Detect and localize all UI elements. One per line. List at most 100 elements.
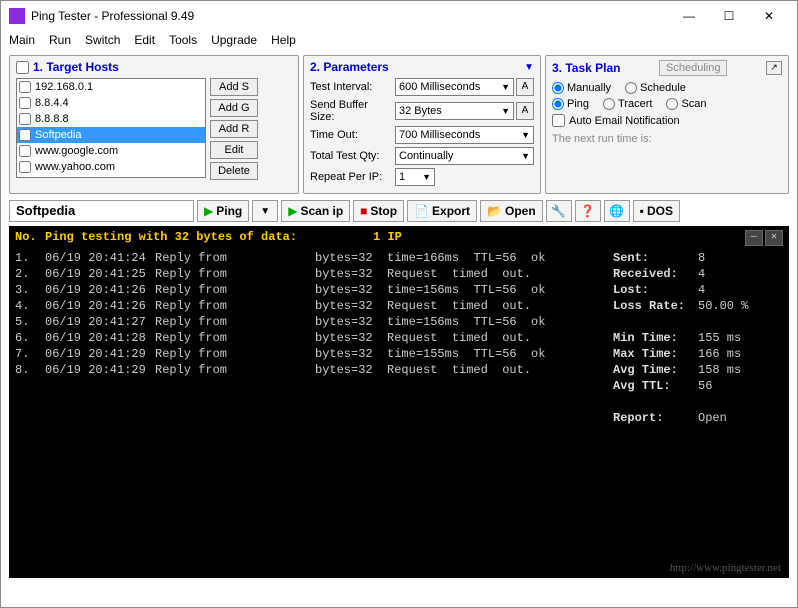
menu-switch[interactable]: Switch — [85, 33, 120, 47]
scheduling-button[interactable]: Scheduling — [659, 60, 727, 76]
tool-button-1[interactable]: 🔧 — [546, 200, 572, 222]
host-item[interactable]: IP_Group_01 — [17, 175, 205, 178]
toolbar: Softpedia ▶Ping ▼ ▶Scan ip ■Stop 📄Export… — [1, 198, 797, 226]
add-r-button[interactable]: Add R — [210, 120, 258, 138]
stats-area: Sent:8 Received:4 Lost:4 Loss Rate:50.00… — [613, 250, 783, 426]
host-label: 8.8.8.8 — [35, 113, 69, 125]
ie-button[interactable]: 🌐 — [604, 200, 630, 222]
task-plan-panel: 3. Task Plan Scheduling ↗ Manually Sched… — [545, 55, 789, 194]
host-item[interactable]: Softpedia — [17, 127, 205, 143]
export-button[interactable]: 📄Export — [407, 200, 477, 222]
auto-email-label: Auto Email Notification — [569, 115, 680, 127]
delete-button[interactable]: Delete — [210, 162, 258, 180]
close-button[interactable]: ✕ — [749, 1, 789, 31]
host-label: IP_Group_01 — [35, 177, 100, 178]
log-row: 2.06/19 20:41:25Reply frombytes=32 Reque… — [15, 266, 613, 282]
parameters-panel: 2. Parameters ▼ Test Interval:600 Millise… — [303, 55, 541, 194]
play-icon: ▶ — [288, 204, 297, 218]
host-checkbox[interactable] — [19, 113, 31, 125]
send-buffer-a-button[interactable]: A — [516, 102, 534, 120]
log-row: 7.06/19 20:41:29Reply frombytes=32 time=… — [15, 346, 613, 362]
menu-upgrade[interactable]: Upgrade — [211, 33, 257, 47]
menu-edit[interactable]: Edit — [134, 33, 155, 47]
manually-radio[interactable]: Manually — [552, 82, 611, 94]
ping-radio[interactable]: Ping — [552, 98, 589, 110]
app-icon — [9, 8, 25, 24]
console-close-button[interactable]: ✕ — [765, 230, 783, 246]
task-plan-title: 3. Task Plan — [552, 61, 620, 75]
hosts-list[interactable]: 192.168.0.1 8.8.4.4 8.8.8.8 Softpedia www.go… — [16, 78, 206, 178]
timeout-combo[interactable]: 700 Milliseconds▼ — [395, 126, 534, 144]
add-s-button[interactable]: Add S — [210, 78, 258, 96]
host-label: www.google.com — [35, 145, 118, 157]
report-open-link[interactable]: Open — [698, 410, 727, 426]
log-row: 8.06/19 20:41:29Reply frombytes=32 Reque… — [15, 362, 613, 378]
url-text: http://www.pingtester.net — [670, 562, 781, 574]
log-row: 3.06/19 20:41:26Reply frombytes=32 time=… — [15, 282, 613, 298]
stop-icon: ■ — [360, 204, 367, 218]
help-button[interactable]: ❓ — [575, 200, 601, 222]
test-interval-combo[interactable]: 600 Milliseconds▼ — [395, 78, 514, 96]
host-checkbox[interactable] — [19, 145, 31, 157]
test-interval-label: Test Interval: — [310, 81, 395, 93]
dos-icon: ▪ — [640, 204, 644, 218]
menu-main[interactable]: Main — [9, 33, 35, 47]
folder-icon: 📂 — [487, 204, 502, 218]
parameters-title: 2. Parameters — [310, 60, 389, 74]
ping-button[interactable]: ▶Ping — [197, 200, 249, 222]
host-item[interactable]: 192.168.0.1 — [17, 79, 205, 95]
host-checkbox[interactable] — [19, 161, 31, 173]
repeat-label: Repeat Per IP: — [310, 171, 395, 183]
host-checkbox[interactable] — [19, 177, 31, 178]
target-hosts-title: 1. Target Hosts — [33, 60, 119, 74]
log-row: 6.06/19 20:41:28Reply frombytes=32 Reque… — [15, 330, 613, 346]
host-item[interactable]: 8.8.8.8 — [17, 111, 205, 127]
tracert-radio[interactable]: Tracert — [603, 98, 652, 110]
target-hosts-checkbox[interactable] — [16, 61, 29, 74]
send-buffer-combo[interactable]: 32 Bytes▼ — [395, 102, 514, 120]
ping-dropdown-button[interactable]: ▼ — [252, 200, 278, 222]
export-icon: 📄 — [414, 204, 429, 218]
host-display: Softpedia — [9, 200, 194, 222]
auto-email-checkbox[interactable] — [552, 114, 565, 127]
host-label: Softpedia — [35, 129, 81, 141]
window-title: Ping Tester - Professional 9.49 — [31, 9, 669, 23]
open-button[interactable]: 📂Open — [480, 200, 543, 222]
schedule-radio[interactable]: Schedule — [625, 82, 686, 94]
console-ip-count: 1 IP — [373, 230, 402, 244]
console-header-text: Ping testing with 32 bytes of data: — [45, 230, 297, 244]
host-label: 192.168.0.1 — [35, 81, 93, 93]
menu-help[interactable]: Help — [271, 33, 296, 47]
host-item[interactable]: www.yahoo.com — [17, 159, 205, 175]
test-interval-a-button[interactable]: A — [516, 78, 534, 96]
stop-button[interactable]: ■Stop — [353, 200, 404, 222]
play-icon: ▶ — [204, 204, 213, 218]
send-buffer-label: Send Buffer Size: — [310, 99, 395, 123]
console-no-header: No. — [15, 230, 45, 244]
total-qty-combo[interactable]: Continually▼ — [395, 147, 534, 165]
host-label: 8.8.4.4 — [35, 97, 69, 109]
dos-button[interactable]: ▪DOS — [633, 200, 680, 222]
next-run-text: The next run time is: — [552, 133, 782, 145]
host-item[interactable]: www.google.com — [17, 143, 205, 159]
host-checkbox[interactable] — [19, 81, 31, 93]
add-g-button[interactable]: Add G — [210, 99, 258, 117]
scan-radio[interactable]: Scan — [666, 98, 706, 110]
maximize-button[interactable]: ☐ — [709, 1, 749, 31]
host-checkbox[interactable] — [19, 129, 31, 141]
menu-run[interactable]: Run — [49, 33, 71, 47]
console-minimize-button[interactable]: — — [745, 230, 763, 246]
menu-tools[interactable]: Tools — [169, 33, 197, 47]
expand-button[interactable]: ↗ — [766, 61, 782, 75]
repeat-combo[interactable]: 1▼ — [395, 168, 435, 186]
host-checkbox[interactable] — [19, 97, 31, 109]
total-qty-label: Total Test Qty: — [310, 150, 395, 162]
parameters-dropdown-icon[interactable]: ▼ — [524, 62, 534, 73]
log-row: 1.06/19 20:41:24Reply frombytes=32 time=… — [15, 250, 613, 266]
edit-button[interactable]: Edit — [210, 141, 258, 159]
minimize-button[interactable]: — — [669, 1, 709, 31]
target-hosts-panel: 1. Target Hosts 192.168.0.1 8.8.4.4 8.8.8.… — [9, 55, 299, 194]
host-item[interactable]: 8.8.4.4 — [17, 95, 205, 111]
host-label: www.yahoo.com — [35, 161, 115, 173]
scan-ip-button[interactable]: ▶Scan ip — [281, 200, 350, 222]
